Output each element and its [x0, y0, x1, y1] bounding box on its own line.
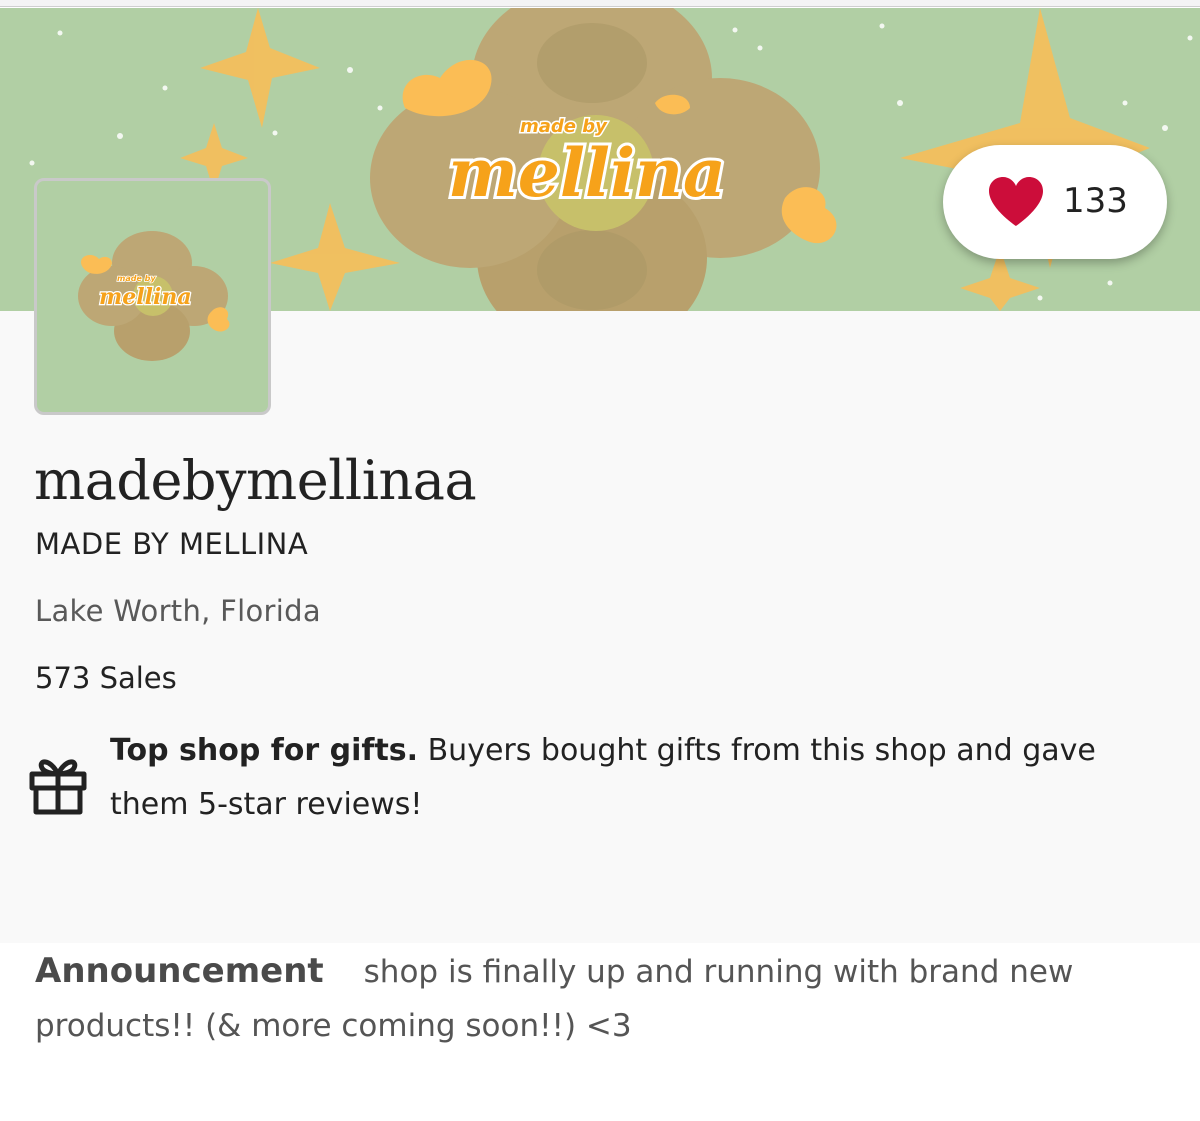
- badge-headline: Top shop for gifts.: [110, 733, 419, 768]
- announcement-label: Announcement: [35, 951, 324, 991]
- svg-text:mellina: mellina: [448, 134, 726, 212]
- svg-text:mellina: mellina: [99, 284, 192, 310]
- top-shop-badge: Top shop for gifts. Buyers bought gifts …: [110, 724, 1170, 832]
- shop-sales-count[interactable]: 573 Sales: [35, 658, 177, 698]
- shop-title: MADE BY MELLINA: [35, 527, 309, 561]
- shop-handle: madebymellinaa: [34, 449, 477, 512]
- shop-avatar[interactable]: made by mellina: [34, 178, 271, 415]
- favorite-shop-button[interactable]: 133: [943, 145, 1167, 259]
- browser-top-edge: [0, 0, 1200, 7]
- svg-text:made by: made by: [117, 274, 156, 283]
- shop-page: made by mellina 133 made by mellina made…: [0, 0, 1200, 1121]
- heart-icon: [989, 177, 1043, 226]
- shop-announcement: Announcement shop is finally up and runni…: [35, 944, 1175, 1053]
- gift-icon: [29, 759, 87, 815]
- favorite-count: 133: [1063, 181, 1128, 221]
- avatar-artwork: made by mellina: [78, 231, 230, 361]
- shop-location: Lake Worth, Florida: [35, 594, 321, 628]
